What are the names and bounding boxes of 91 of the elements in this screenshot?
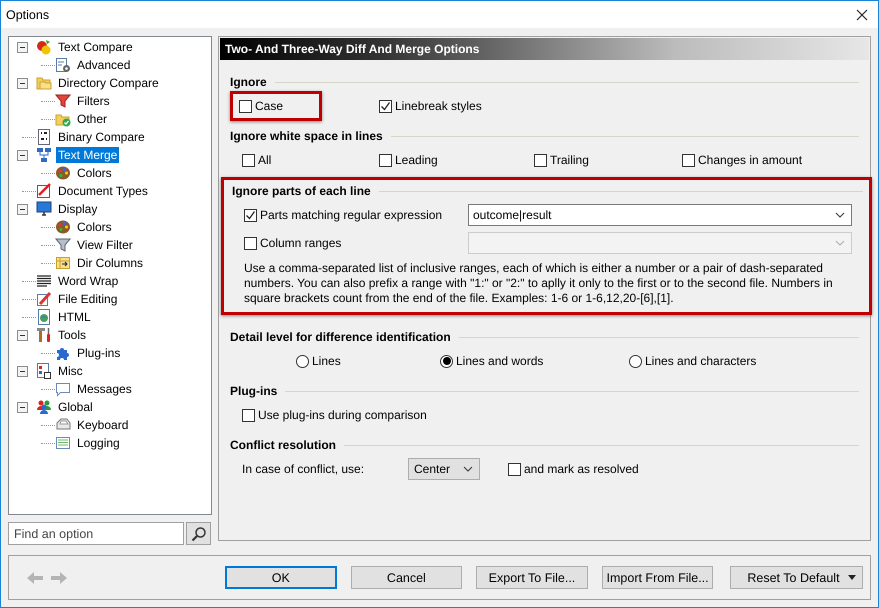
collapse-icon[interactable] — [17, 204, 28, 214]
search-button[interactable] — [186, 522, 211, 545]
tree-item[interactable]: View Filter — [75, 237, 135, 253]
checkbox[interactable]: and mark as resolved — [508, 462, 639, 476]
tree-item[interactable]: Document Types — [56, 183, 150, 199]
collapse-icon[interactable] — [17, 402, 28, 412]
collapse-icon[interactable] — [17, 330, 28, 340]
chevron-down-icon — [835, 240, 845, 246]
tree-item[interactable]: File Editing — [56, 291, 120, 307]
tree-item[interactable]: HTML — [56, 309, 93, 325]
lines-icon — [36, 273, 52, 289]
hierarchy-icon — [36, 147, 52, 163]
tree-item[interactable]: Global — [56, 399, 95, 415]
search-icon — [190, 526, 206, 542]
list-icon — [55, 435, 71, 451]
collapse-icon[interactable] — [17, 78, 28, 88]
tree-item[interactable]: Tools — [56, 327, 88, 343]
checklist-gear-icon — [55, 57, 71, 73]
button[interactable]: Cancel — [350, 566, 462, 589]
checkmark-icon — [245, 210, 256, 220]
window-title: Options — [6, 8, 50, 22]
tree-item[interactable]: Directory Compare — [56, 75, 161, 91]
tree-item[interactable]: Filters — [75, 93, 112, 109]
chevron-down-icon — [463, 466, 473, 472]
tree-item[interactable]: Binary Compare — [56, 129, 147, 145]
funnel-icon — [55, 237, 71, 253]
checkbox[interactable]: Linebreak styles — [379, 99, 534, 113]
section-heading: Plug-ins — [230, 384, 278, 398]
tree-item[interactable]: Plug-ins — [75, 345, 122, 361]
split-button[interactable]: Reset To Default — [730, 566, 863, 589]
dropdown-arrow-icon — [848, 575, 856, 580]
tree-item[interactable]: Text Merge — [56, 147, 120, 163]
radio-button[interactable]: Lines — [296, 354, 440, 368]
collapse-icon[interactable] — [17, 150, 28, 160]
palette-icon — [55, 219, 71, 235]
monitor-icon — [36, 201, 52, 217]
tree-item[interactable]: Advanced — [75, 57, 132, 73]
tree-item[interactable]: Display — [56, 201, 100, 217]
button[interactable]: Export To File... — [476, 566, 588, 589]
speech-bubble-icon — [55, 381, 71, 397]
tree-item[interactable]: Keyboard — [75, 417, 130, 433]
funnel-icon — [55, 93, 71, 109]
collapse-icon[interactable] — [17, 366, 28, 376]
pencil-icon — [36, 291, 52, 307]
field-label: In case of conflict, use: — [242, 462, 366, 476]
section-heading: Ignore — [230, 75, 267, 89]
tools-icon — [36, 327, 52, 343]
people-icon — [36, 399, 52, 415]
checkbox[interactable]: Trailing — [534, 153, 682, 167]
collapse-icon[interactable] — [17, 42, 28, 52]
section-heading: Ignore white space in lines — [230, 129, 383, 143]
tree-item[interactable]: Messages — [75, 381, 134, 397]
globe-page-icon — [36, 309, 52, 325]
help-text: Use a comma-separated list of inclusive ranges, each of which is either a number or a pair of dash-separated numbers. You can also prefix a range with "1:" or "2:" to aplly it only to the first or to the second file. Numbers in square brackets count from the end of the file. Examples: 1-6 or 1-6,12,20-[6],[1]. — [244, 261, 834, 306]
checkbox[interactable]: All — [242, 153, 379, 167]
document-pen-icon — [36, 183, 52, 199]
tree-item[interactable]: Dir Columns — [75, 255, 146, 271]
search-field[interactable]: Find an option — [8, 522, 184, 545]
section-heading: Conflict resolution — [230, 438, 336, 452]
tree-item[interactable]: Misc — [56, 363, 85, 379]
button[interactable]: Import From File... — [602, 566, 714, 589]
section-heading: Detail level for difference identification — [230, 330, 451, 344]
checkbox[interactable]: Leading — [379, 153, 534, 167]
tree-item[interactable]: Colors — [75, 165, 114, 181]
checklist-icon — [36, 363, 52, 379]
checkbox[interactable]: Use plug-ins during comparison — [242, 408, 427, 422]
checkbox[interactable]: Parts matching regular expression — [244, 208, 468, 222]
puzzle-icon — [55, 345, 71, 361]
tree-item[interactable]: Text Compare — [56, 39, 135, 55]
radio-button[interactable]: Lines and words — [440, 354, 629, 368]
checkbox[interactable]: Column ranges — [244, 236, 468, 250]
columns-icon — [55, 255, 71, 271]
tree-item[interactable]: Word Wrap — [56, 273, 120, 289]
section-heading: Ignore parts of each line — [232, 184, 371, 198]
fruit-icon — [36, 39, 52, 55]
folders-icon — [36, 75, 52, 91]
close-icon[interactable] — [856, 8, 868, 20]
chevron-down-icon — [835, 212, 845, 218]
tree-item[interactable]: Logging — [75, 435, 122, 451]
button[interactable]: OK — [224, 566, 337, 589]
binary-file-icon — [36, 129, 52, 145]
page-header: Two- And Three-Way Diff And Merge Options — [220, 38, 869, 60]
radio-button[interactable]: Lines and characters — [629, 354, 859, 368]
tree-item[interactable]: Other — [75, 111, 110, 127]
tree-item[interactable]: Colors — [75, 219, 114, 235]
checkbox[interactable]: Case — [239, 99, 284, 113]
regex-field[interactable]: outcome|result — [468, 204, 852, 226]
palette-icon — [55, 165, 71, 181]
dropdown[interactable]: Center — [408, 458, 480, 480]
checkmark-icon — [380, 100, 391, 112]
checkbox[interactable]: Changes in amount — [682, 153, 859, 167]
